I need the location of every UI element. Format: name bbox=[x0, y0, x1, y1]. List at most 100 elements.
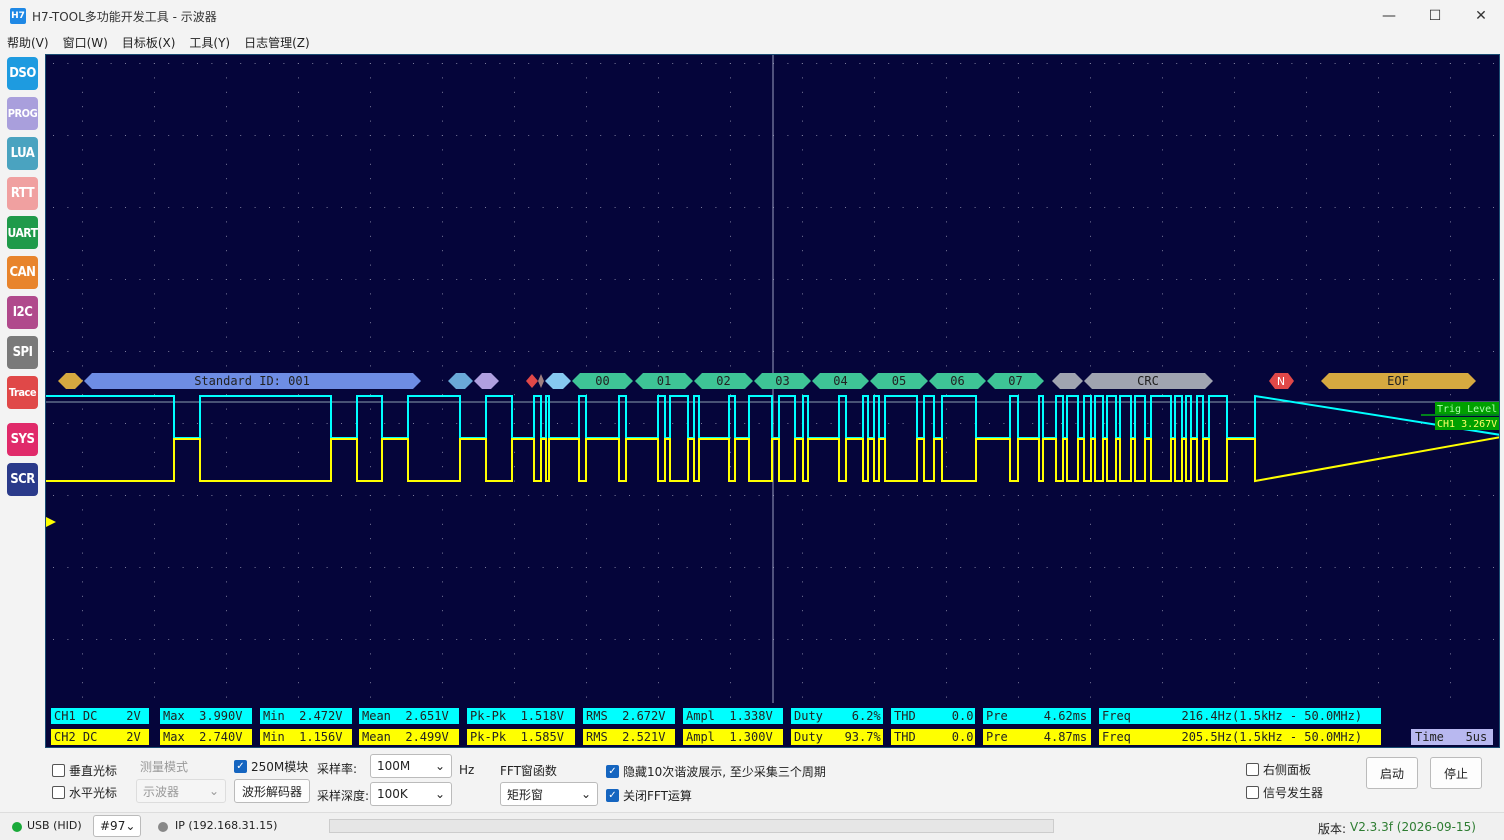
data-byte-label-4: 04 bbox=[833, 374, 847, 388]
chevron-down-icon: ⌄ bbox=[434, 787, 445, 801]
ch2-measurement-cell: Max 2.740V bbox=[160, 729, 252, 745]
fft-window-select[interactable]: 矩形窗 ⌄ bbox=[500, 782, 598, 806]
measure-mode-value: 示波器 bbox=[143, 784, 180, 799]
sidebar-scr-button[interactable]: SCR bbox=[7, 463, 38, 496]
maximize-button[interactable]: ☐ bbox=[1412, 0, 1458, 32]
stuff-field bbox=[1052, 373, 1083, 389]
sidebar-i2c-button[interactable]: I2C bbox=[7, 296, 38, 329]
r0-marker bbox=[526, 374, 538, 388]
menu-bar: 帮助(V) 窗口(W) 目标板(X) 工具(Y) 日志管理(Z) bbox=[0, 32, 1504, 52]
ch2-measurement-cell: Min 1.156V bbox=[260, 729, 352, 745]
sidebar-rtt-button[interactable]: RTT bbox=[7, 177, 38, 210]
hz-label: Hz bbox=[459, 763, 475, 777]
sidebar-prog-button[interactable]: PROG bbox=[7, 97, 38, 130]
sample-depth-value: 100K bbox=[377, 787, 408, 801]
ch1-measurement-cell: Mean 2.651V bbox=[359, 708, 459, 724]
ch1-measurement-cell: Pk-Pk 1.518V bbox=[467, 708, 575, 724]
ch1-measurement-cell: Duty 6.2% bbox=[791, 708, 883, 724]
menu-item-3[interactable]: 工具(Y) bbox=[182, 34, 237, 51]
signal-generator-label: 信号发生器 bbox=[1263, 786, 1324, 800]
sidebar-dso-button[interactable]: DSO bbox=[7, 57, 38, 90]
signal-generator-checkbox[interactable]: 信号发生器 bbox=[1246, 784, 1323, 801]
sample-depth-select[interactable]: 100K ⌄ bbox=[370, 782, 452, 806]
data-byte-label-5: 05 bbox=[892, 374, 906, 388]
sidebar-spi-button[interactable]: SPI bbox=[7, 336, 38, 369]
waveform-decoder-button[interactable]: 波形解码器 bbox=[234, 779, 310, 803]
measure-mode-select[interactable]: 示波器 ⌄ bbox=[136, 779, 226, 803]
check-icon: ✓ bbox=[234, 760, 247, 773]
stop-button[interactable]: 停止 bbox=[1430, 757, 1482, 789]
data-byte-label-2: 02 bbox=[716, 374, 730, 388]
menu-item-0[interactable]: 帮助(V) bbox=[0, 34, 56, 51]
usb-status-icon bbox=[12, 822, 22, 832]
ch2-measurement-cell: Mean 2.499V bbox=[359, 729, 459, 745]
ch2-measurement-cell: Duty 93.7% bbox=[791, 729, 883, 745]
close-button[interactable]: ✕ bbox=[1458, 0, 1504, 32]
fft-window-label: FFT窗函数 bbox=[500, 764, 557, 778]
close-fft-checkbox[interactable]: ✓ 关闭FFT运算 bbox=[606, 787, 692, 804]
rtr-field bbox=[448, 373, 473, 389]
status-bar: USB (HID) #97 ⌄ IP (192.168.31.15) 版本: V2… bbox=[0, 812, 1504, 840]
ide-field bbox=[474, 373, 499, 389]
crc-label: CRC bbox=[1137, 374, 1159, 388]
chevron-down-icon: ⌄ bbox=[208, 784, 219, 798]
hide-harmonics-checkbox[interactable]: ✓ 隐藏10次谐波展示, 至少采集三个周期 bbox=[606, 763, 826, 780]
hide-harmonics-label: 隐藏10次谐波展示, 至少采集三个周期 bbox=[623, 765, 826, 779]
fft-window-value: 矩形窗 bbox=[507, 787, 544, 802]
id-field-label: Standard ID: 001 bbox=[194, 374, 310, 388]
ch1-measurement-cell: THD 0.0 bbox=[891, 708, 975, 724]
menu-item-4[interactable]: 日志管理(Z) bbox=[237, 34, 317, 51]
minimize-button[interactable]: — bbox=[1366, 0, 1412, 32]
chevron-down-icon: ⌄ bbox=[580, 787, 591, 801]
data-byte-label-0: 00 bbox=[595, 374, 609, 388]
app-icon: H7 bbox=[10, 8, 26, 24]
version-label: 版本: bbox=[1318, 822, 1347, 836]
ch1-measurement-cell: CH1 DC 2V bbox=[51, 708, 149, 724]
device-select[interactable]: #97 ⌄ bbox=[93, 815, 141, 837]
ch2-measurement-cell: Pre 4.87ms bbox=[983, 729, 1091, 745]
close-fft-label: 关闭FFT运算 bbox=[623, 789, 692, 803]
nack-label: N bbox=[1277, 375, 1285, 388]
ch2-measurement-cell: Pk-Pk 1.585V bbox=[467, 729, 575, 745]
ch1-measurement-cell: RMS 2.672V bbox=[583, 708, 675, 724]
usb-status-label: USB (HID) bbox=[27, 819, 82, 832]
data-byte-label-6: 06 bbox=[950, 374, 964, 388]
ch2-measurement-cell: RMS 2.521V bbox=[583, 729, 675, 745]
data-byte-label-3: 03 bbox=[775, 374, 789, 388]
sidebar-uart-button[interactable]: UART bbox=[7, 216, 38, 249]
chevron-down-icon: ⌄ bbox=[125, 819, 136, 833]
checkbox-icon bbox=[52, 786, 65, 799]
right-panel-checkbox[interactable]: 右侧面板 bbox=[1246, 761, 1311, 778]
ch1-level-label: CH1 3.267V bbox=[1437, 419, 1497, 430]
sample-rate-select[interactable]: 100M ⌄ bbox=[370, 754, 452, 778]
sidebar-trace-button[interactable]: Trace bbox=[7, 376, 38, 409]
ch1-measurement-cell: Min 2.472V bbox=[260, 708, 352, 724]
oscilloscope-display[interactable]: Standard ID: 001 00 01 02 03 04 05 06 07 CRC N EOF T… bbox=[45, 54, 1500, 748]
sample-depth-label: 采样深度: bbox=[317, 789, 370, 803]
dlc-field bbox=[545, 373, 571, 389]
horizontal-cursor-label: 水平光标 bbox=[69, 786, 118, 800]
sidebar-sys-button[interactable]: SYS bbox=[7, 423, 38, 456]
sidebar-can-button[interactable]: CAN bbox=[7, 256, 38, 289]
ch2-measurement-cell: CH2 DC 2V bbox=[51, 729, 149, 745]
ch1-measurement-cell: Max 3.990V bbox=[160, 708, 252, 724]
vertical-cursor-checkbox[interactable]: 垂直光标 bbox=[52, 762, 117, 779]
sidebar-lua-button[interactable]: LUA bbox=[7, 137, 38, 170]
check-icon: ✓ bbox=[606, 789, 619, 802]
chevron-down-icon: ⌄ bbox=[434, 759, 445, 773]
checkbox-icon bbox=[1246, 763, 1259, 776]
horizontal-cursor-checkbox[interactable]: 水平光标 bbox=[52, 784, 117, 801]
waveform-canvas[interactable]: Standard ID: 001 00 01 02 03 04 05 06 07 CRC N EOF T… bbox=[46, 55, 1500, 748]
start-button[interactable]: 启动 bbox=[1366, 757, 1418, 789]
progress-bar bbox=[329, 819, 1054, 833]
sof-marker bbox=[58, 373, 83, 389]
window-title: H7-TOOL多功能开发工具 - 示波器 bbox=[32, 9, 217, 24]
data-byte-label-7: 07 bbox=[1008, 374, 1022, 388]
ch2-marker-icon bbox=[46, 517, 56, 527]
ch1-measurement-cell: Pre 4.62ms bbox=[983, 708, 1091, 724]
menu-item-1[interactable]: 窗口(W) bbox=[56, 34, 115, 51]
module-250m-checkbox[interactable]: ✓ 250M模块 bbox=[234, 758, 308, 775]
menu-item-2[interactable]: 目标板(X) bbox=[115, 34, 183, 51]
ch1-measurement-cell: Ampl 1.338V bbox=[683, 708, 783, 724]
control-panel: 垂直光标 水平光标 测量模式 示波器 ⌄ ✓ 250M模块 波形解码器 采样率: 1… bbox=[0, 750, 1504, 812]
